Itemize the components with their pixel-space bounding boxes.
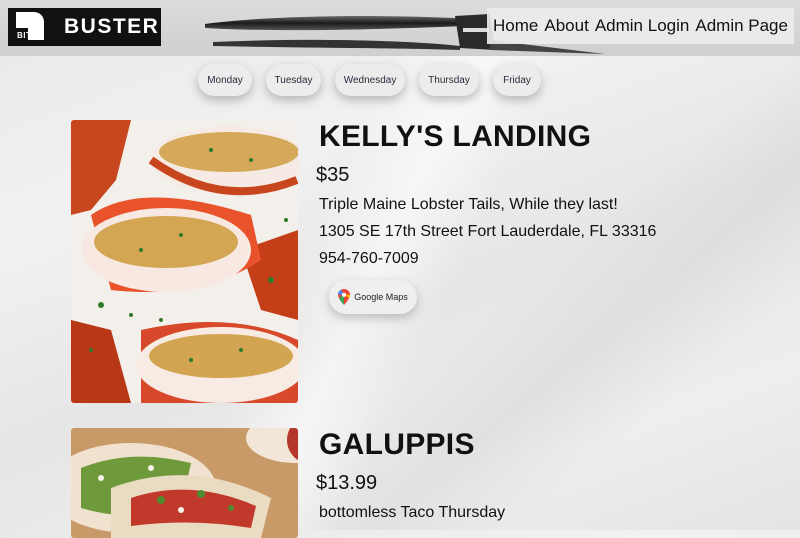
- brand-name: BUSTER: [64, 15, 160, 38]
- restaurant-name: GALUPPIS: [319, 428, 475, 461]
- restaurant-info: GALUPPIS $13.99 bottomless Taco Thursday: [316, 428, 739, 522]
- google-maps-label: Google Maps: [354, 292, 408, 302]
- restaurant-name: KELLY'S LANDING: [319, 120, 592, 153]
- day-friday-button[interactable]: Friday: [493, 64, 541, 96]
- deal-description: Triple Maine Lobster Tails, While they l…: [319, 196, 618, 213]
- nav-admin-page[interactable]: Admin Page: [695, 16, 788, 36]
- logo[interactable]: BITE BUSTER: [8, 8, 161, 46]
- restaurant-phone: 954-760-7009: [319, 250, 419, 267]
- deal-price: $35: [316, 164, 350, 186]
- nav-home[interactable]: Home: [493, 16, 538, 36]
- bite-logo-icon: BITE: [12, 8, 50, 46]
- day-thursday-button[interactable]: Thursday: [419, 64, 479, 96]
- day-tuesday-button[interactable]: Tuesday: [266, 64, 321, 96]
- day-filter: Monday Tuesday Wednesday Thursday Friday: [198, 64, 541, 96]
- restaurant-info: KELLY'S LANDING $35 Triple Maine Lobster…: [316, 120, 739, 314]
- deal-price: $13.99: [316, 472, 378, 494]
- nav-about[interactable]: About: [544, 16, 588, 36]
- map-pin-icon: [338, 289, 351, 305]
- google-maps-button[interactable]: Google Maps: [329, 280, 417, 314]
- day-monday-button[interactable]: Monday: [198, 64, 252, 96]
- deal-description: bottomless Taco Thursday: [319, 504, 506, 521]
- lobster-tails-photo: [71, 120, 298, 403]
- tacos-photo: [71, 428, 298, 538]
- day-wednesday-button[interactable]: Wednesday: [335, 64, 405, 96]
- restaurant-address: 1305 SE 17th Street Fort Lauderdale, FL …: [319, 223, 657, 240]
- nav-admin-login[interactable]: Admin Login: [595, 16, 690, 36]
- site-header: BITE BUSTER Home About Admin Login Admin…: [0, 0, 800, 56]
- main-nav: Home About Admin Login Admin Page: [487, 8, 794, 44]
